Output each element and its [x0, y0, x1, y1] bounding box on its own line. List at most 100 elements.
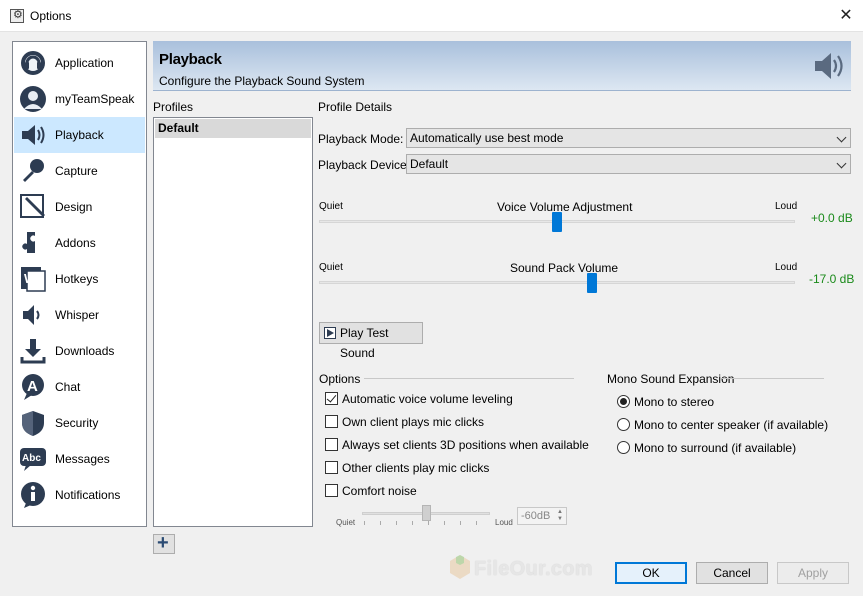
radio-button[interactable]: [617, 418, 630, 431]
sidebar-item-messages[interactable]: Abc Messages: [14, 441, 145, 477]
add-profile-button[interactable]: +: [153, 532, 175, 554]
checkbox-3d-positions[interactable]: Always set clients 3D positions when ava…: [325, 438, 595, 456]
playback-mode-label: Playback Mode:: [318, 132, 404, 146]
checkbox-box[interactable]: [325, 415, 338, 428]
playback-device-select[interactable]: Default: [406, 154, 851, 174]
tick-mark: [428, 521, 429, 525]
sidebar-item-hotkeys[interactable]: W Hotkeys: [14, 261, 145, 297]
profiles-label: Profiles: [153, 100, 194, 114]
cancel-button[interactable]: Cancel: [696, 562, 768, 584]
title-bar: Options ✕: [0, 0, 863, 32]
watermark-text: FileOur.com: [474, 558, 593, 580]
sidebar-item-label: Whisper: [55, 308, 100, 322]
radio-mono-to-stereo[interactable]: Mono to stereo: [617, 395, 847, 413]
sound-pack-label: Sound Pack Volume: [510, 261, 619, 275]
sidebar-item-chat[interactable]: A Chat: [14, 369, 145, 405]
comfort-noise-thumb[interactable]: [422, 505, 431, 521]
checkbox-box[interactable]: [325, 461, 338, 474]
voice-volume-quiet-label: Quiet: [319, 201, 343, 212]
close-icon[interactable]: ✕: [836, 6, 856, 26]
chat-icon: A: [22, 374, 44, 400]
sidebar-item-label: Hotkeys: [55, 272, 99, 286]
radio-label: Mono to stereo: [634, 395, 715, 409]
tick-mark: [364, 521, 365, 525]
sidebar-item-label: Design: [55, 200, 93, 214]
checkbox-box[interactable]: [325, 484, 338, 497]
checkbox-label: Comfort noise: [342, 484, 417, 498]
options-group-label: Options: [319, 372, 361, 386]
sidebar-item-application[interactable]: Application: [14, 45, 145, 81]
whisper-icon: [23, 305, 40, 325]
sidebar-item-notifications[interactable]: Notifications: [14, 477, 145, 513]
sidebar-item-label: Playback: [55, 128, 104, 142]
checkbox-box[interactable]: [325, 438, 338, 451]
sidebar-item-myteamspeak[interactable]: myTeamSpeak: [14, 81, 145, 117]
checkbox-label: Always set clients 3D positions when ava…: [342, 438, 589, 452]
sound-pack-thumb[interactable]: [587, 273, 597, 293]
options-group-separator: [364, 378, 574, 379]
play-icon: [324, 327, 336, 339]
options-window-icon: [10, 8, 24, 23]
voice-volume-label: Voice Volume Adjustment: [497, 200, 633, 214]
checkbox-box[interactable]: [325, 392, 338, 405]
sidebar-item-label: Addons: [55, 236, 96, 250]
radio-button[interactable]: [617, 441, 630, 454]
microphone-icon: [23, 159, 44, 182]
sidebar-item-whisper[interactable]: Whisper: [14, 297, 145, 333]
voice-volume-thumb[interactable]: [552, 212, 562, 232]
comfort-noise-spinbox[interactable]: -60dB ▲ ▼: [517, 507, 567, 525]
design-icon: [20, 194, 45, 218]
tick-mark: [412, 521, 413, 525]
sidebar-item-label: Chat: [55, 380, 81, 394]
sidebar-item-capture[interactable]: Capture: [14, 153, 145, 189]
radio-button[interactable]: [617, 395, 630, 408]
profile-item-default[interactable]: Default: [155, 119, 311, 138]
radio-mono-to-surround[interactable]: Mono to surround (if available): [617, 441, 847, 459]
checkbox-label: Automatic voice volume leveling: [342, 392, 513, 406]
checkbox-other-clients-mic-clicks[interactable]: Other clients play mic clicks: [325, 461, 595, 479]
sidebar-item-addons[interactable]: Addons: [14, 225, 145, 261]
plus-icon: +: [157, 532, 169, 554]
voice-volume-loud-label: Loud: [775, 201, 798, 212]
tick-mark: [396, 521, 397, 525]
profiles-list[interactable]: Default: [153, 117, 313, 527]
spin-down-icon[interactable]: ▼: [555, 516, 565, 523]
sound-pack-loud-label: Loud: [775, 262, 798, 273]
comfort-loud-label: Loud: [495, 518, 513, 527]
watermark: FileOur.com: [448, 553, 598, 583]
sidebar-item-playback[interactable]: Playback: [14, 117, 145, 153]
svg-text:Abc: Abc: [22, 453, 41, 464]
checkbox-comfort-noise[interactable]: Comfort noise: [325, 484, 595, 502]
sound-pack-track[interactable]: [319, 281, 795, 284]
radio-mono-to-center[interactable]: Mono to center speaker (if available): [617, 418, 847, 436]
sidebar-item-design[interactable]: Design: [14, 189, 145, 225]
play-test-sound-button[interactable]: Play Test Sound: [319, 322, 423, 360]
playback-mode-value: Automatically use best mode: [410, 131, 564, 145]
sidebar-item-security[interactable]: Security: [14, 405, 145, 441]
sound-pack-value: -17.0 dB: [809, 272, 855, 286]
page-header: Playback Configure the Playback Sound Sy…: [153, 41, 851, 91]
playback-mode-select[interactable]: Automatically use best mode: [406, 128, 851, 148]
svg-text:A: A: [27, 378, 38, 395]
radio-label: Mono to surround (if available): [634, 441, 797, 455]
checkbox-label: Own client plays mic clicks: [342, 415, 485, 429]
user-icon: [20, 86, 46, 112]
info-icon: [21, 482, 45, 508]
checkbox-auto-volume-leveling[interactable]: Automatic voice volume leveling: [325, 392, 595, 410]
tick-mark: [380, 521, 381, 525]
ok-button[interactable]: OK: [615, 562, 687, 584]
mono-group-label: Mono Sound Expansion: [607, 372, 735, 386]
checkbox-label: Other clients play mic clicks: [342, 461, 490, 475]
puzzle-icon: [22, 232, 35, 253]
sidebar-item-label: Downloads: [55, 344, 115, 358]
sidebar-item-label: Notifications: [55, 488, 121, 502]
chevron-down-icon: [836, 132, 847, 143]
apply-button[interactable]: Apply: [777, 562, 849, 584]
sidebar-item-label: Application: [55, 56, 114, 70]
sidebar-item-label: Capture: [55, 164, 98, 178]
page-title: Playback: [159, 51, 222, 68]
spin-up-icon[interactable]: ▲: [555, 509, 565, 516]
checkbox-own-client-mic-clicks[interactable]: Own client plays mic clicks: [325, 415, 595, 433]
playback-device-label: Playback Device:: [318, 158, 411, 172]
sidebar-item-downloads[interactable]: Downloads: [14, 333, 145, 369]
